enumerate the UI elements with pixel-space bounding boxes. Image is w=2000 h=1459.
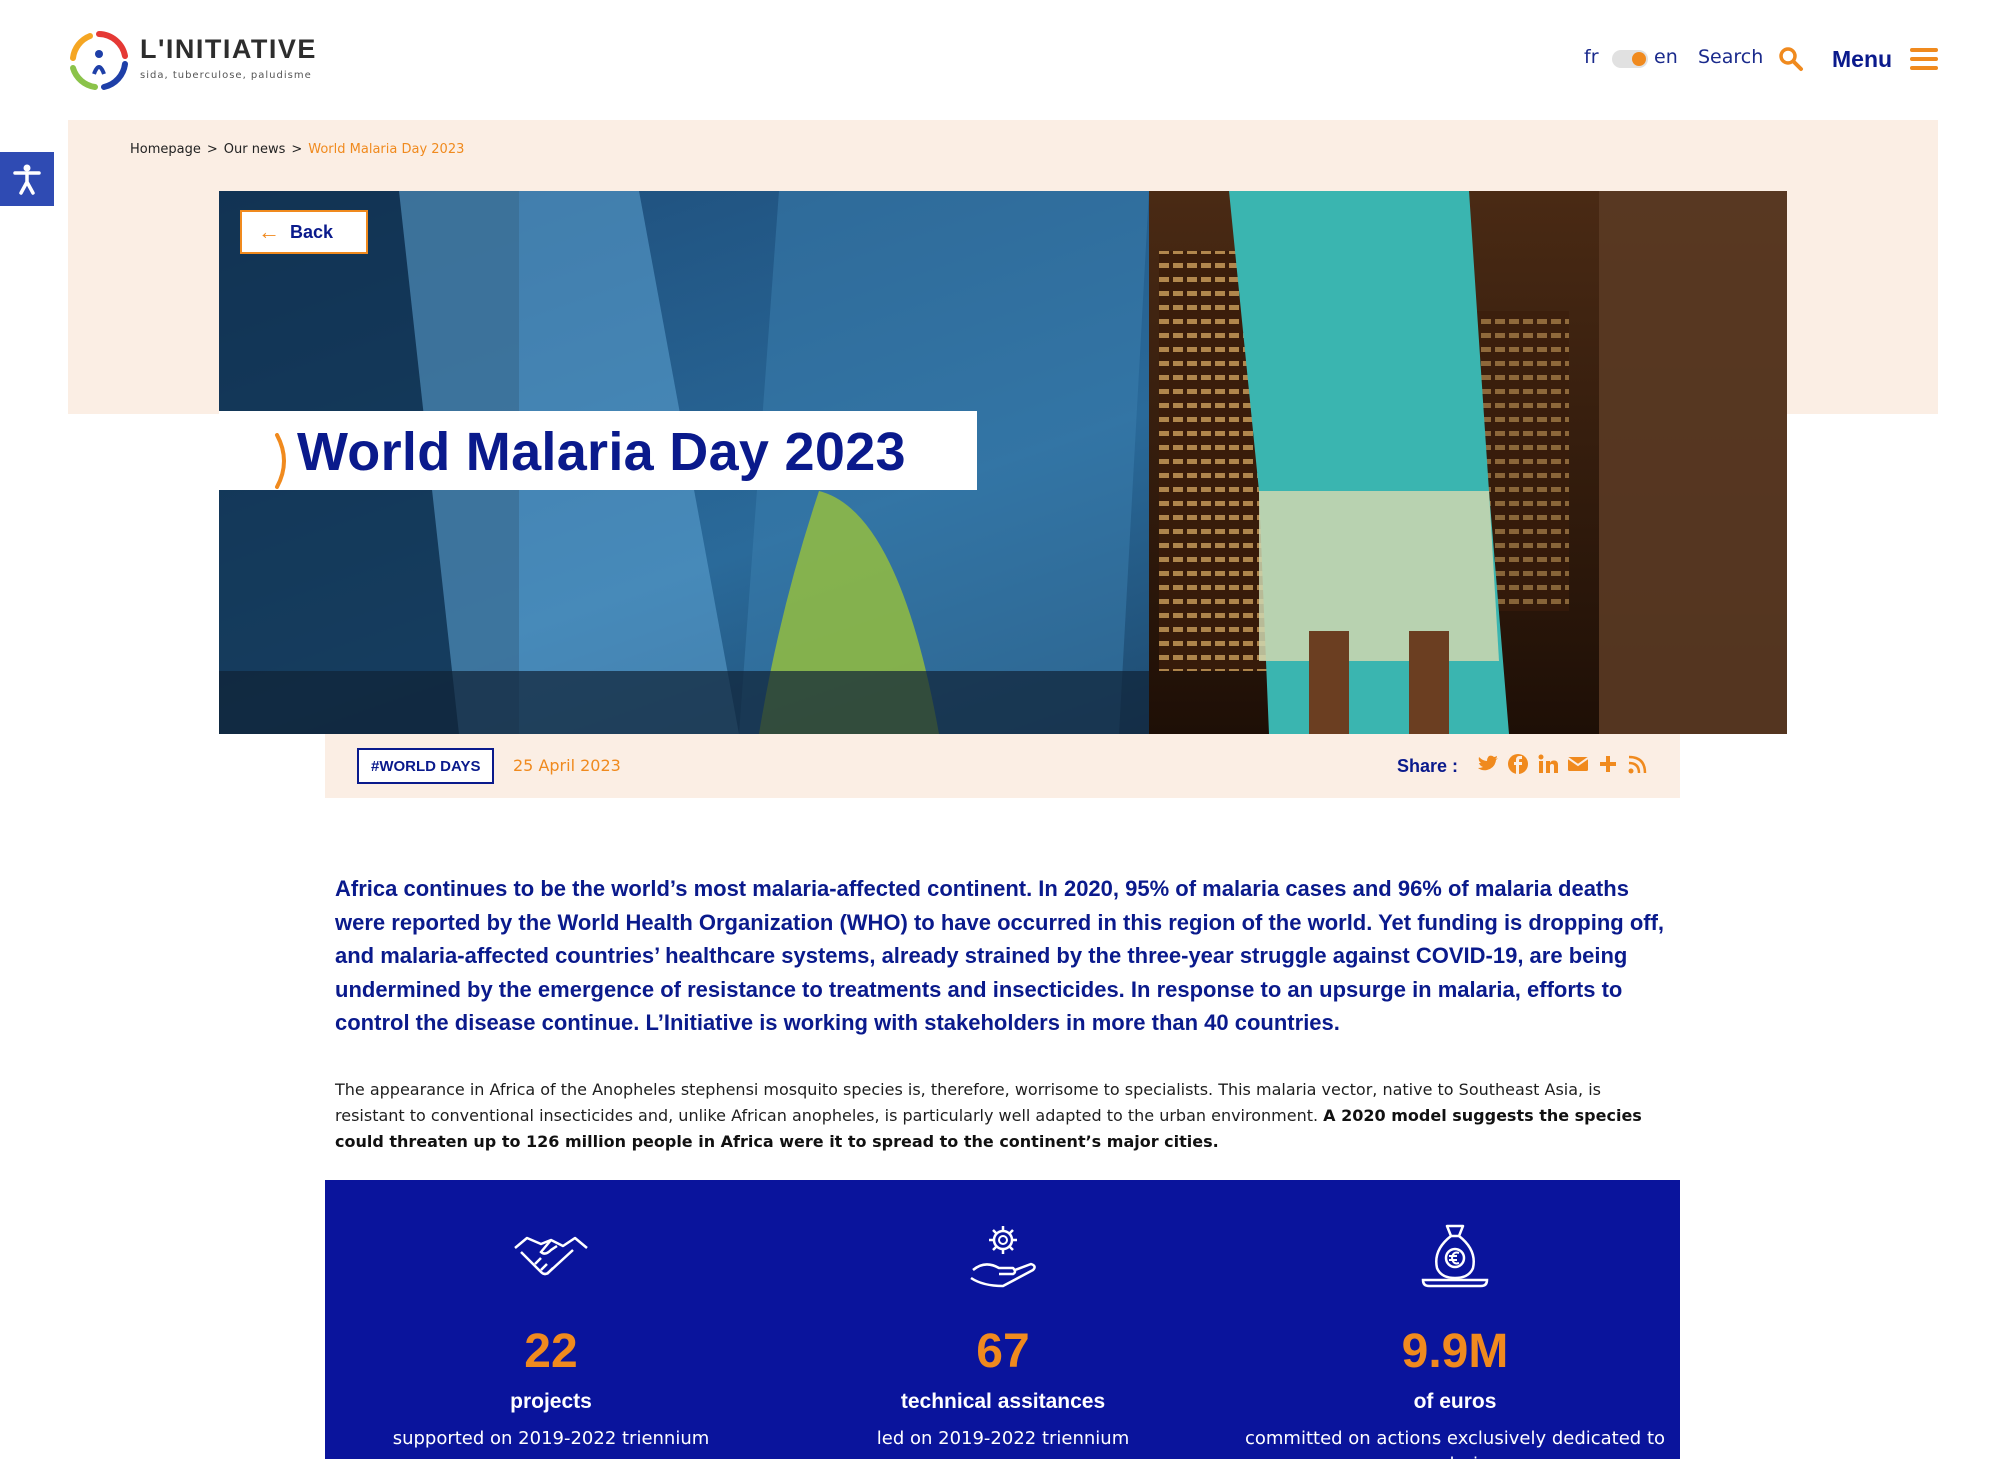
stat-description: committed on actions exclusively dedicat… xyxy=(1244,1428,1666,1459)
stat-number: 9.9M xyxy=(1401,1325,1509,1378)
stat-technical-assistances: 67 technical assitances led on 2019-2022… xyxy=(777,1180,1229,1459)
site-logo[interactable]: L'INITIATIVE sida, tuberculose, paludism… xyxy=(68,28,328,94)
toggle-knob xyxy=(1632,52,1646,66)
search-icon[interactable] xyxy=(1778,46,1804,72)
arrow-left-icon: ← xyxy=(258,219,280,244)
money-bag-icon xyxy=(1421,1224,1489,1288)
stat-unit: technical assitances xyxy=(900,1390,1106,1413)
stat-number: 22 xyxy=(524,1325,578,1378)
title-accent-icon xyxy=(275,433,286,489)
accessibility-icon xyxy=(13,164,41,195)
email-icon[interactable] xyxy=(1567,753,1589,775)
stat-euros: 9.9M of euros committed on actions exclu… xyxy=(1229,1180,1681,1459)
breadcrumb-separator: > xyxy=(206,142,218,157)
logo-ring-icon xyxy=(70,31,128,90)
stat-projects: 22 projects supported on 2019-2022 trien… xyxy=(325,1180,777,1459)
facebook-icon[interactable] xyxy=(1507,753,1529,775)
page-title: World Malaria Day 2023 xyxy=(297,422,906,482)
hand-gear-icon xyxy=(970,1226,1036,1288)
stat-number: 67 xyxy=(976,1325,1030,1378)
article-meta-bar: #WORLD DAYS 25 April 2023 Share : xyxy=(325,734,1680,798)
logo-subtitle: sida, tuberculose, paludisme xyxy=(140,70,312,81)
site-header: L'INITIATIVE sida, tuberculose, paludism… xyxy=(0,0,2000,120)
accessibility-button[interactable] xyxy=(0,152,54,206)
plus-icon[interactable] xyxy=(1597,753,1619,775)
breadcrumb-home[interactable]: Homepage xyxy=(130,142,201,157)
publish-date: 25 April 2023 xyxy=(513,756,621,775)
share-icons xyxy=(1477,753,1649,775)
back-label: Back xyxy=(290,221,334,242)
article-lead: Africa continues to be the world’s most … xyxy=(335,876,1665,1035)
twitter-icon[interactable] xyxy=(1477,753,1499,775)
stat-unit: projects xyxy=(510,1390,592,1413)
category-tag[interactable]: #WORLD DAYS xyxy=(357,748,495,784)
hamburger-menu-icon[interactable] xyxy=(1910,48,1938,70)
key-figures-panel: 22 projects supported on 2019-2022 trien… xyxy=(325,1180,1680,1459)
breadcrumb-news[interactable]: Our news xyxy=(224,142,286,157)
breadcrumb-separator: > xyxy=(291,142,303,157)
lang-en-option[interactable]: en xyxy=(1654,46,1678,68)
search-button[interactable]: Search xyxy=(1698,46,1763,68)
share-label: Share : xyxy=(1397,756,1459,776)
article-paragraph: The appearance in Africa of the Anophele… xyxy=(335,1077,1675,1155)
breadcrumb-current: World Malaria Day 2023 xyxy=(308,142,465,157)
handshake-icon xyxy=(514,1236,588,1276)
lang-fr-option[interactable]: fr xyxy=(1584,46,1599,68)
stat-description: led on 2019-2022 triennium xyxy=(876,1428,1130,1449)
breadcrumb: Homepage > Our news > World Malaria Day 2023 xyxy=(130,142,470,157)
stat-unit: of euros xyxy=(1413,1390,1497,1413)
linkedin-icon[interactable] xyxy=(1537,753,1559,775)
back-button[interactable]: ← Back xyxy=(240,210,368,254)
stat-description: supported on 2019-2022 triennium xyxy=(392,1428,710,1449)
rss-icon[interactable] xyxy=(1627,753,1649,775)
menu-button[interactable]: Menu xyxy=(1832,46,1892,73)
title-card: World Malaria Day 2023 xyxy=(219,411,977,490)
logo-title: L'INITIATIVE xyxy=(140,34,317,64)
language-toggle[interactable] xyxy=(1612,50,1648,68)
